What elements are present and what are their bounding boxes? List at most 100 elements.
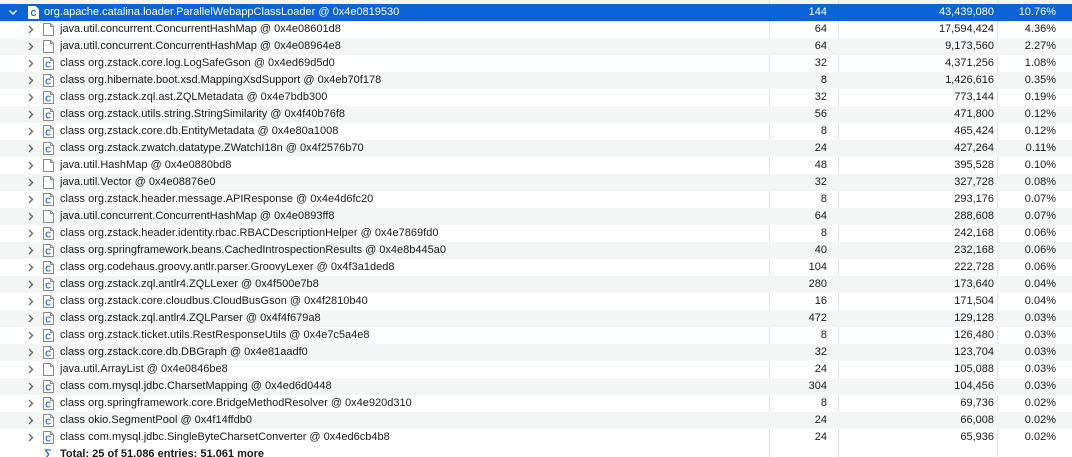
table-row[interactable]: Cclass org.hibernate.boot.xsd.MappingXsd… [0, 72, 1072, 89]
table-row[interactable]: Cclass com.mysql.jdbc.CharsetMapping @ 0… [0, 378, 1072, 395]
chevron-right-icon[interactable] [26, 123, 38, 140]
chevron-right-icon[interactable] [26, 293, 38, 310]
chevron-right-icon[interactable] [26, 208, 38, 225]
row-label: class org.zstack.zql.ast.ZQLMetadata @ 0… [60, 91, 328, 103]
table-row[interactable]: Cclass org.zstack.core.db.EntityMetadata… [0, 123, 1072, 140]
row-objects: 40 [814, 244, 827, 256]
svg-text:C: C [45, 129, 51, 138]
row-percent: 0.06% [1024, 244, 1056, 256]
class-icon: C [43, 346, 54, 359]
root-percent: 10.76% [1018, 6, 1056, 18]
chevron-right-icon[interactable] [26, 174, 38, 191]
table-row[interactable]: Cclass org.zstack.zql.antlr4.ZQLLexer @ … [0, 276, 1072, 293]
table-row[interactable]: Cclass org.zstack.zql.antlr4.ZQLParser @… [0, 310, 1072, 327]
row-label: class com.mysql.jdbc.SingleByteCharsetCo… [60, 431, 390, 443]
chevron-right-icon[interactable] [26, 21, 38, 38]
table-row[interactable]: java.util.concurrent.ConcurrentHashMap @… [0, 21, 1072, 38]
svg-text:C: C [45, 282, 51, 291]
table-row[interactable]: java.util.Vector @ 0x4e08876e0 32 327,728 0… [0, 174, 1072, 191]
table-row[interactable]: Cclass org.zstack.zwatch.datatype.ZWatch… [0, 140, 1072, 157]
table-row[interactable]: java.util.ArrayList @ 0x4e0846be8 24 105,0… [0, 361, 1072, 378]
row-label: class org.zstack.core.db.EntityMetadata … [60, 125, 339, 137]
chevron-right-icon[interactable] [26, 157, 38, 174]
chevron-right-icon[interactable] [26, 310, 38, 327]
class-icon: C [43, 227, 54, 240]
table-row[interactable]: Cclass org.springframework.core.BridgeMe… [0, 395, 1072, 412]
row-label: class com.mysql.jdbc.CharsetMapping @ 0x… [60, 380, 332, 392]
chevron-right-icon[interactable] [26, 140, 38, 157]
chevron-right-icon[interactable] [26, 38, 38, 55]
root-label: org.apache.catalina.loader.ParallelWebap… [44, 6, 400, 18]
chevron-right-icon[interactable] [26, 72, 38, 89]
svg-text:C: C [31, 9, 37, 18]
row-retained-size: 222,728 [954, 261, 994, 273]
svg-text:C: C [45, 61, 51, 70]
table-row[interactable]: Cclass org.zstack.zql.ast.ZQLMetadata @ … [0, 89, 1072, 106]
row-objects: 8 [820, 193, 827, 205]
table-row[interactable]: Cclass org.zstack.header.message.APIResp… [0, 191, 1072, 208]
class-icon: C [43, 414, 54, 427]
root-row[interactable]: C org.apache.catalina.loader.ParallelWeb… [0, 4, 1072, 21]
row-objects: 48 [814, 159, 827, 171]
svg-text:C: C [45, 333, 51, 342]
table-row[interactable]: Cclass org.zstack.header.identity.rbac.R… [0, 225, 1072, 242]
row-label: java.util.Vector @ 0x4e08876e0 [60, 176, 216, 188]
row-label: class org.zstack.header.message.APIRespo… [60, 193, 374, 205]
row-retained-size: 171,504 [954, 295, 994, 307]
chevron-right-icon[interactable] [26, 242, 38, 259]
row-percent: 0.11% [1025, 142, 1056, 154]
chevron-right-icon[interactable] [26, 106, 38, 123]
table-row[interactable]: java.util.concurrent.ConcurrentHashMap @… [0, 208, 1072, 225]
row-label: class org.zstack.utils.string.StringSimi… [60, 108, 346, 120]
row-retained-size: 327,728 [954, 176, 994, 188]
chevron-right-icon[interactable] [26, 327, 38, 344]
class-icon: C [43, 244, 54, 257]
svg-text:C: C [45, 316, 51, 325]
row-retained-size: 65,936 [960, 431, 994, 443]
row-percent: 0.35% [1024, 74, 1056, 86]
chevron-right-icon[interactable] [26, 55, 38, 72]
table-row[interactable]: java.util.HashMap @ 0x4e0880bd8 48 395,528… [0, 157, 1072, 174]
table-row[interactable]: Cclass org.zstack.utils.string.StringSim… [0, 106, 1072, 123]
table-row[interactable]: java.util.concurrent.ConcurrentHashMap @… [0, 38, 1072, 55]
chevron-right-icon[interactable] [26, 89, 38, 106]
chevron-right-icon[interactable] [26, 191, 38, 208]
row-retained-size: 4,371,256 [945, 57, 994, 69]
table-row[interactable]: Cclass org.zstack.core.db.DBGraph @ 0x4e… [0, 344, 1072, 361]
class-icon: C [43, 91, 54, 104]
table-row[interactable]: Cclass com.mysql.jdbc.SingleByteCharsetC… [0, 429, 1072, 446]
row-objects: 280 [808, 278, 827, 290]
table-row[interactable]: Cclass org.zstack.core.log.LogSafeGson @… [0, 55, 1072, 72]
row-objects: 56 [814, 108, 827, 120]
row-retained-size: 9,173,560 [945, 40, 994, 52]
chevron-right-icon[interactable] [26, 412, 38, 429]
chevron-right-icon[interactable] [26, 259, 38, 276]
chevron-right-icon[interactable] [26, 276, 38, 293]
chevron-right-icon[interactable] [26, 378, 38, 395]
row-percent: 0.02% [1024, 414, 1056, 426]
chevron-right-icon[interactable] [26, 429, 38, 446]
chevron-right-icon[interactable] [26, 344, 38, 361]
row-label: class org.zstack.zql.antlr4.ZQLLexer @ 0… [60, 278, 319, 290]
row-percent: 0.07% [1024, 193, 1056, 205]
row-percent: 0.03% [1024, 312, 1056, 324]
table-row[interactable]: Cclass org.springframework.beans.CachedI… [0, 242, 1072, 259]
chevron-right-icon[interactable] [26, 225, 38, 242]
chevron-right-icon[interactable] [26, 395, 38, 412]
table-row[interactable]: Cclass org.zstack.ticket.utils.RestRespo… [0, 327, 1072, 344]
table-row[interactable]: Cclass org.zstack.core.cloudbus.CloudBus… [0, 293, 1072, 310]
row-objects: 24 [814, 414, 827, 426]
row-retained-size: 173,640 [954, 278, 994, 290]
chevron-right-icon[interactable] [26, 361, 38, 378]
row-percent: 0.03% [1024, 346, 1056, 358]
chevron-down-icon[interactable] [8, 4, 20, 21]
row-percent: 0.06% [1024, 261, 1056, 273]
row-objects: 64 [814, 210, 827, 222]
table-row[interactable]: Cclass okio.SegmentPool @ 0x4f14ffdb0 24 6… [0, 412, 1072, 429]
row-label: class org.zstack.header.identity.rbac.RB… [60, 227, 439, 239]
row-percent: 0.12% [1024, 108, 1056, 120]
row-label: java.util.concurrent.ConcurrentHashMap @… [60, 210, 335, 222]
object-icon [43, 363, 54, 376]
retained-set-table: C org.apache.catalina.loader.ParallelWeb… [0, 0, 1072, 457]
table-row[interactable]: Cclass org.codehaus.groovy.antlr.parser.… [0, 259, 1072, 276]
